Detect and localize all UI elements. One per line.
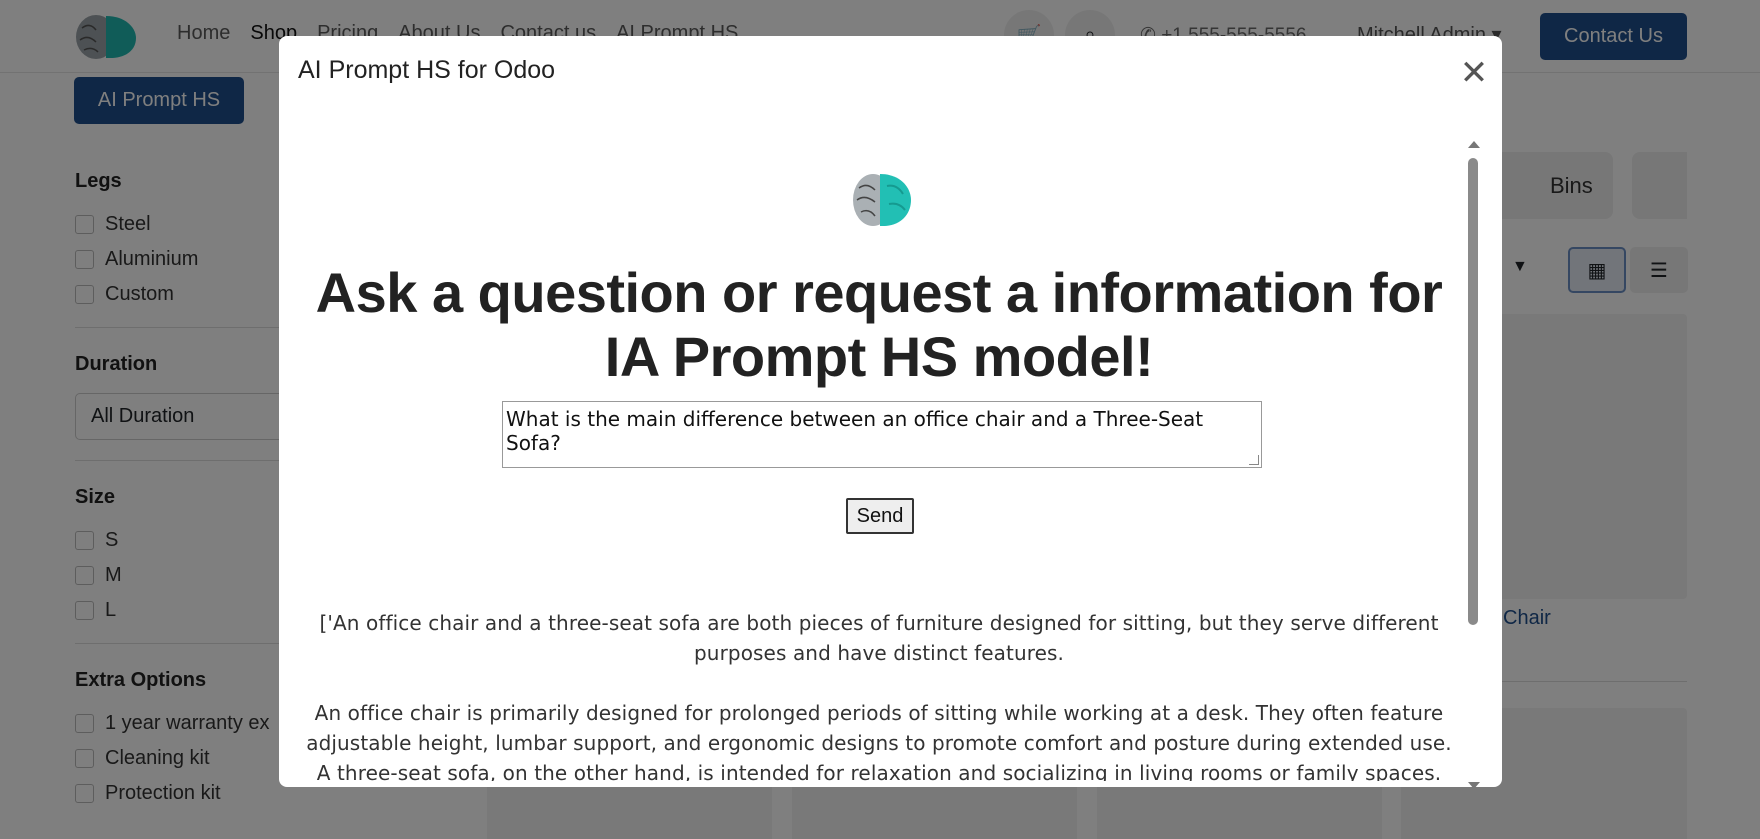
prompt-text: What is the main difference between an o…	[506, 407, 1204, 455]
close-icon[interactable]: ✕	[1457, 56, 1491, 90]
ai-prompt-modal: AI Prompt HS for Odoo ✕ Ask a question o…	[279, 36, 1502, 787]
brain-logo-icon	[853, 174, 911, 226]
modal-title: AI Prompt HS for Odoo	[298, 56, 556, 84]
scroll-down-icon[interactable]	[1468, 782, 1480, 787]
answer-paragraph: ['An office chair and a three-seat sofa …	[319, 611, 1439, 665]
modal-headline: Ask a question or request a information …	[315, 261, 1443, 388]
scroll-thumb[interactable]	[1468, 158, 1478, 625]
scroll-up-icon[interactable]	[1468, 141, 1480, 148]
modal-body: Ask a question or request a information …	[279, 131, 1467, 781]
send-button[interactable]: Send	[846, 498, 914, 534]
prompt-textarea[interactable]: What is the main difference between an o…	[502, 401, 1262, 468]
answer-text: ['An office chair and a three-seat sofa …	[299, 608, 1459, 781]
modal-scrollbar[interactable]	[1465, 141, 1481, 787]
answer-paragraph: An office chair is primarily designed fo…	[306, 701, 1452, 781]
resize-handle-icon[interactable]	[1249, 455, 1259, 465]
